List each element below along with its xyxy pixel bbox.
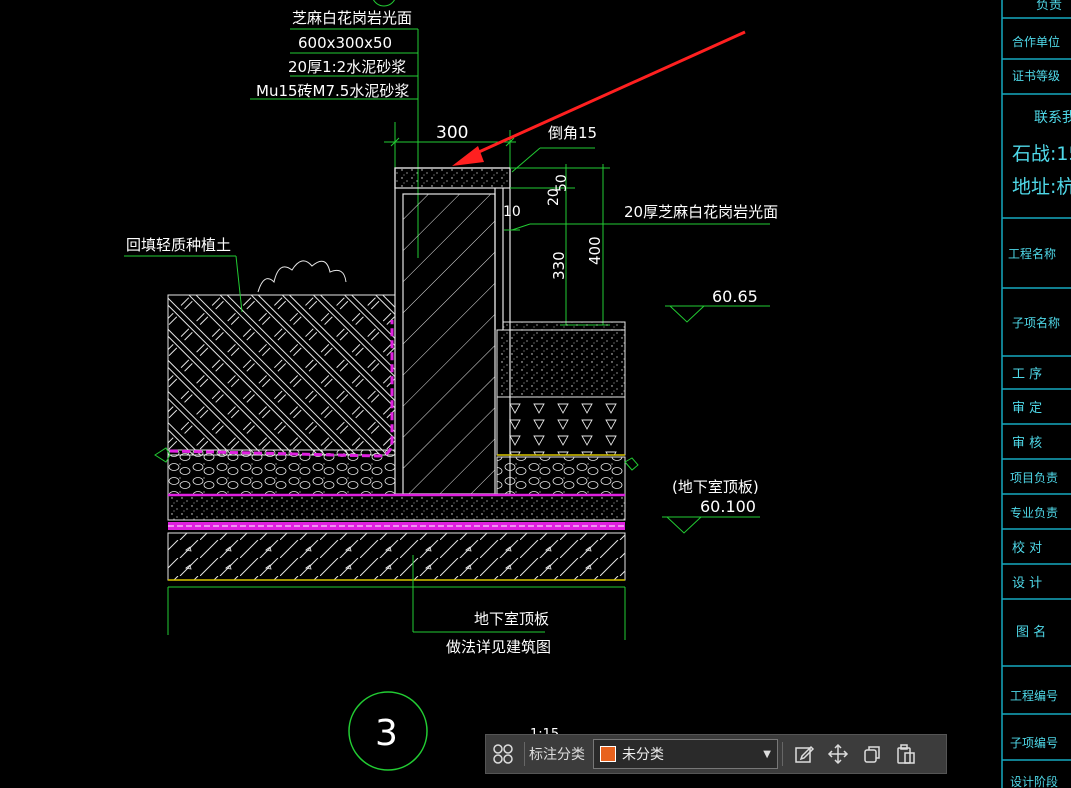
tb-review: 审 核	[1012, 436, 1042, 451]
tb-cert-level: 证书等级	[1012, 69, 1060, 83]
cad-drawing-canvas[interactable]: 芝麻白花岗岩光面 600x300x50 20厚1:2水泥砂浆 Mu15砖M7.5…	[0, 0, 1071, 788]
edit-button[interactable]	[787, 737, 821, 771]
red-arrow-annotation	[452, 30, 746, 166]
backfill-label: 回填轻质种植土	[126, 236, 231, 254]
tb-subitem-name: 子项名称	[1012, 315, 1060, 330]
category-color-swatch	[600, 746, 616, 762]
edit-icon	[795, 745, 815, 763]
tb-check: 校 对	[1012, 540, 1042, 556]
copy-icon	[864, 746, 880, 763]
dimension-300-text: 300	[436, 123, 468, 143]
backfill-soil	[167, 260, 396, 496]
roof-note-2: 做法详见建筑图	[446, 638, 551, 656]
detail-number: 3	[375, 713, 398, 754]
roof-note-1: 地下室顶板	[474, 610, 549, 628]
annotation-category-label: 标注分类	[529, 747, 585, 763]
chamfer-text: 倒角15	[548, 124, 597, 142]
roof-label: (地下室顶板)	[672, 478, 759, 496]
paste-icon	[897, 744, 915, 764]
move-icon	[827, 743, 849, 765]
dimension-50-text: 50	[554, 174, 570, 192]
toolbar-separator	[524, 742, 525, 766]
tb-cooperation: 合作单位	[1012, 34, 1060, 49]
toolbar-separator	[782, 742, 783, 766]
copy-button[interactable]	[855, 737, 889, 771]
tb-project-name: 工程名称	[1008, 246, 1056, 261]
paving-layers	[496, 321, 626, 496]
mortar-label: 20厚1:2水泥砂浆	[288, 58, 406, 76]
dimension-330-text: 330	[550, 251, 568, 280]
dimension-400-text: 400	[586, 236, 604, 265]
tb-project-no: 工程编号	[1010, 688, 1058, 703]
elevation-roof-text: 60.100	[700, 497, 756, 516]
elevation-top-marker	[665, 305, 770, 323]
tb-discipline-lead: 专业负责	[1010, 505, 1058, 520]
chevron-down-icon: ▼	[763, 748, 771, 760]
tb-project-lead: 项目负责	[1010, 471, 1058, 485]
stone-name-label: 芝麻白花岗岩光面	[292, 9, 412, 27]
paste-button[interactable]	[889, 737, 923, 771]
annotation-category-select[interactable]: 未分类 ▼	[593, 739, 778, 769]
tb-address: 地址:杭州	[1012, 176, 1071, 198]
stone-size-label: 600x300x50	[298, 34, 392, 52]
tb-approve: 审 定	[1012, 401, 1042, 416]
elevation-roof-marker	[662, 516, 760, 534]
category-selected-value: 未分类	[622, 747, 664, 763]
elevation-top-text: 60.65	[712, 287, 758, 306]
tb-contact: 联系我	[1034, 110, 1071, 126]
tb-subitem-no: 子项编号	[1010, 735, 1058, 750]
cap-stone	[394, 167, 511, 495]
tb-design: 设 计	[1012, 576, 1042, 591]
brick-label: Mu15砖M7.5水泥砂浆	[256, 82, 409, 100]
annotation-toolbar: 标注分类 未分类 ▼	[485, 734, 947, 774]
move-button[interactable]	[821, 737, 855, 771]
tb-phone: 石战:158	[1012, 143, 1071, 165]
facing-label: 20厚芝麻白花岗岩光面	[624, 203, 778, 221]
tb-design-stage: 设计阶段	[1010, 774, 1058, 788]
grid-apps-icon	[493, 744, 513, 764]
dimension-10-text: 10	[503, 204, 521, 220]
tb-work-order: 工 序	[1012, 367, 1042, 382]
tb-drawing-name: 图 名	[1016, 624, 1046, 640]
tb-partial-top: 负责	[1036, 0, 1062, 13]
grid-apps-button[interactable]	[486, 737, 520, 771]
